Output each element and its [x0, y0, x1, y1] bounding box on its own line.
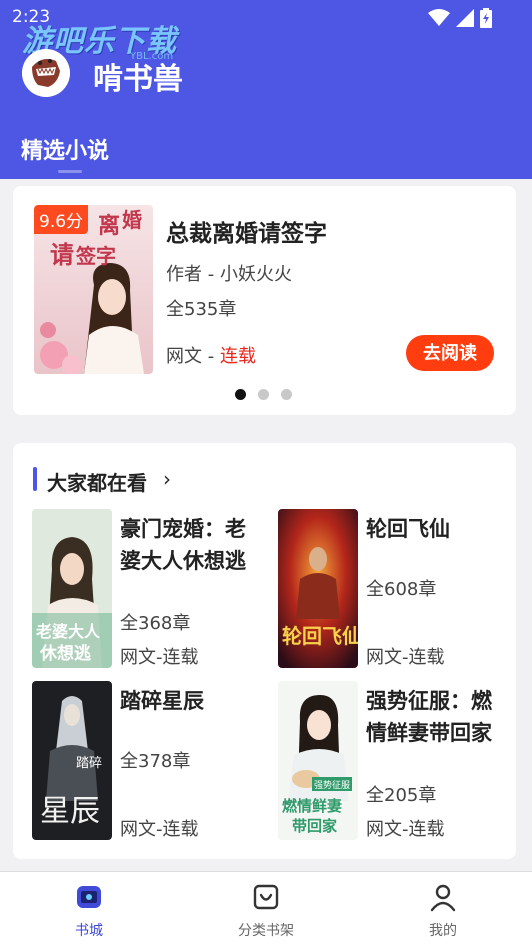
svg-text:离: 离: [98, 213, 120, 239]
battery-icon: [480, 8, 492, 28]
book-cover[interactable]: 老婆大人 休想逃: [32, 509, 112, 668]
book-title[interactable]: 豪门宠婚：老婆大人休想逃: [120, 513, 250, 577]
serial-status: 连载: [219, 346, 256, 367]
book-type: 网文-连载: [366, 647, 445, 668]
read-button[interactable]: 去阅读: [406, 335, 494, 371]
book-cover[interactable]: 强势征服 燃情鲜妻 带回家: [278, 681, 358, 840]
chevron-right-icon[interactable]: ›: [163, 467, 171, 491]
svg-text:燃情鲜妻: 燃情鲜妻: [282, 797, 342, 815]
nav-label: 我的: [429, 923, 457, 939]
book-chapters: 全368章: [120, 613, 191, 634]
book-item[interactable]: 老婆大人 休想逃 豪门宠婚：老婆大人休想逃 全368章 网文-连载: [32, 509, 272, 669]
svg-text:老婆大人: 老婆大人: [35, 622, 101, 641]
featured-book-title[interactable]: 总裁离婚请签字: [166, 214, 327, 248]
nav-bookstore[interactable]: 书城: [44, 882, 134, 940]
wifi-icon: [428, 9, 450, 26]
book-chapters: 全378章: [120, 751, 191, 772]
featured-book-type: 网文 - 连载: [166, 342, 256, 368]
nav-profile[interactable]: 我的: [398, 882, 488, 940]
book-item[interactable]: 强势征服 燃情鲜妻 带回家 强势征服：燃情鲜妻带回家 全205章 网文-连载: [278, 681, 518, 841]
shelf-icon: [253, 884, 279, 910]
book-cover[interactable]: 踏碎 星辰: [32, 681, 112, 840]
profile-icon: [430, 884, 456, 912]
type-prefix: 网文 -: [166, 346, 220, 367]
tab-featured-novels[interactable]: 精选小说: [21, 133, 109, 165]
featured-book-author: 作者 - 小妖火火: [166, 264, 292, 285]
svg-text:婚: 婚: [122, 208, 142, 232]
svg-text:踏碎: 踏碎: [76, 756, 102, 771]
featured-book-cover[interactable]: 离 婚 请 签字 9.6分: [34, 205, 153, 374]
book-item[interactable]: 轮回飞仙 轮回飞仙 全608章 网文-连载: [278, 509, 518, 669]
carousel-dot[interactable]: [235, 389, 246, 400]
popular-section: 大家都在看 › 老婆大人 休想逃 豪门宠婚：老婆大人休想逃 全368章 网文-连…: [13, 443, 516, 859]
carousel-dot[interactable]: [281, 389, 292, 400]
nav-label: 书城: [75, 923, 103, 939]
tab-indicator: [58, 170, 82, 173]
book-type: 网文-连载: [366, 819, 445, 840]
svg-text:签字: 签字: [75, 244, 116, 268]
svg-text:强势征服: 强势征服: [314, 779, 350, 791]
bottom-nav: 书城 分类书架 我的: [0, 871, 532, 946]
book-chapters: 全608章: [366, 579, 437, 600]
book-chapters: 全205章: [366, 785, 437, 806]
featured-book-card[interactable]: 离 婚 请 签字 9.6分 总裁离婚请签字 作者 - 小妖火火 全535章 网文…: [13, 186, 516, 415]
signal-icon: [456, 9, 474, 27]
app-logo: [22, 49, 70, 97]
book-title[interactable]: 踏碎星辰: [120, 685, 250, 717]
nav-label: 分类书架: [238, 923, 294, 939]
book-type: 网文-连载: [120, 647, 199, 668]
app-title: 啃书兽: [93, 62, 183, 97]
book-item[interactable]: 踏碎 星辰 踏碎星辰 全378章 网文-连载: [32, 681, 272, 841]
app-header: 2:23 游吧乐下载 YBL.com 啃书兽 精选小说: [0, 0, 532, 179]
featured-book-chapters: 全535章: [166, 299, 237, 320]
bookstore-icon: [77, 886, 101, 908]
monster-logo-icon: [22, 49, 70, 97]
svg-text:休想逃: 休想逃: [39, 643, 92, 664]
carousel-dots: [235, 389, 292, 400]
carousel-dot[interactable]: [258, 389, 269, 400]
section-accent-bar: [33, 467, 37, 491]
svg-text:轮回飞仙: 轮回飞仙: [282, 624, 358, 648]
svg-text:星辰: 星辰: [40, 794, 100, 829]
book-title[interactable]: 轮回飞仙: [366, 513, 496, 545]
book-cover[interactable]: 轮回飞仙: [278, 509, 358, 668]
book-type: 网文-连载: [120, 819, 199, 840]
book-title[interactable]: 强势征服：燃情鲜妻带回家: [366, 685, 496, 749]
status-icons: [428, 8, 492, 28]
score-badge: 9.6分: [34, 205, 89, 234]
svg-text:带回家: 带回家: [292, 817, 337, 835]
section-title[interactable]: 大家都在看: [47, 467, 147, 496]
nav-category-shelf[interactable]: 分类书架: [221, 882, 311, 940]
svg-text:请: 请: [50, 240, 74, 269]
